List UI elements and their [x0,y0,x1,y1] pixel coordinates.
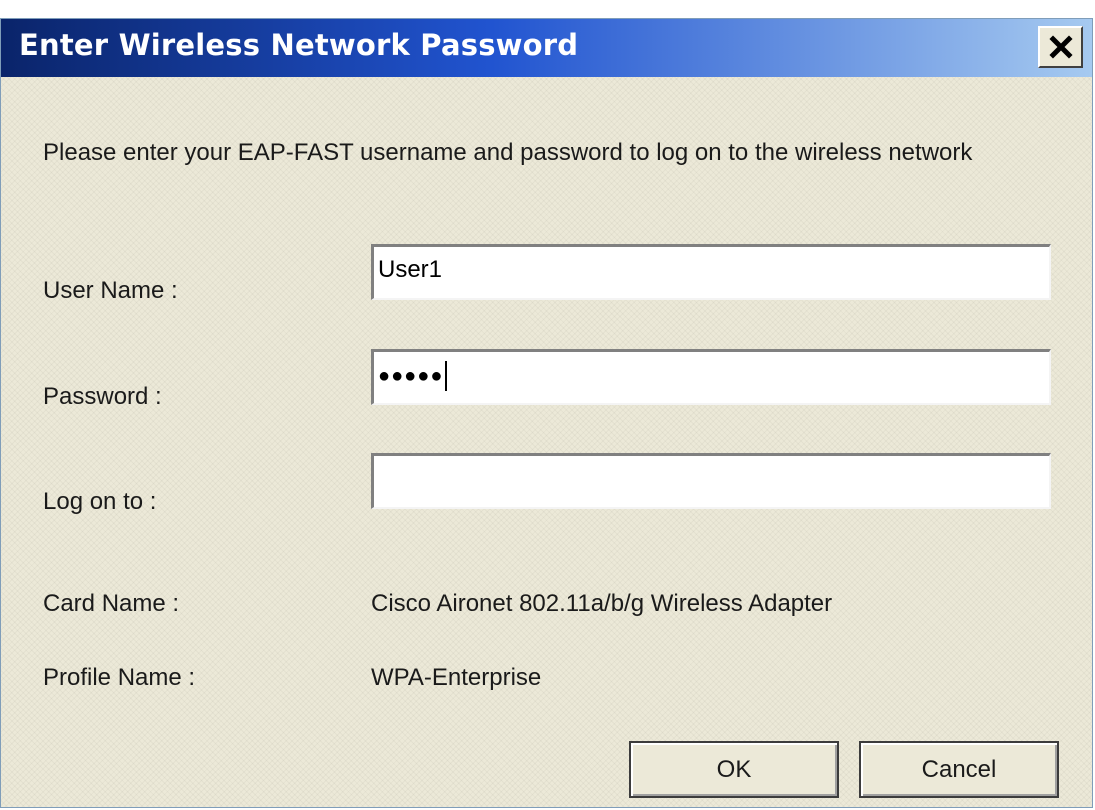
card-name-label: Card Name : [43,590,180,617]
password-field[interactable]: ●●●●● [371,349,1051,405]
cancel-button[interactable]: Cancel [859,741,1059,798]
close-icon [1048,35,1073,59]
ok-button[interactable]: OK [629,741,839,798]
instruction-text: Please enter your EAP-FAST username and … [43,139,973,166]
username-value: User1 [378,256,443,283]
text-caret [445,361,448,391]
password-label: Password : [43,383,162,410]
ok-button-label: OK [716,755,752,783]
card-name-value: Cisco Aironet 802.11a/b/g Wireless Adapt… [371,590,833,617]
password-dialog: Enter Wireless Network Password Please e… [0,18,1093,808]
profile-name-value: WPA-Enterprise [371,664,542,691]
username-label: User Name : [43,277,178,304]
logon-field[interactable] [371,453,1051,509]
profile-name-label: Profile Name : [43,664,196,691]
close-button[interactable] [1038,26,1083,68]
username-field[interactable]: User1 [371,244,1051,300]
password-masked-value: ●●●●● [378,365,444,388]
dialog-title: Enter Wireless Network Password [19,28,579,62]
logon-label: Log on to : [43,488,157,515]
title-bar[interactable]: Enter Wireless Network Password [1,19,1092,77]
cancel-button-label: Cancel [921,755,997,783]
